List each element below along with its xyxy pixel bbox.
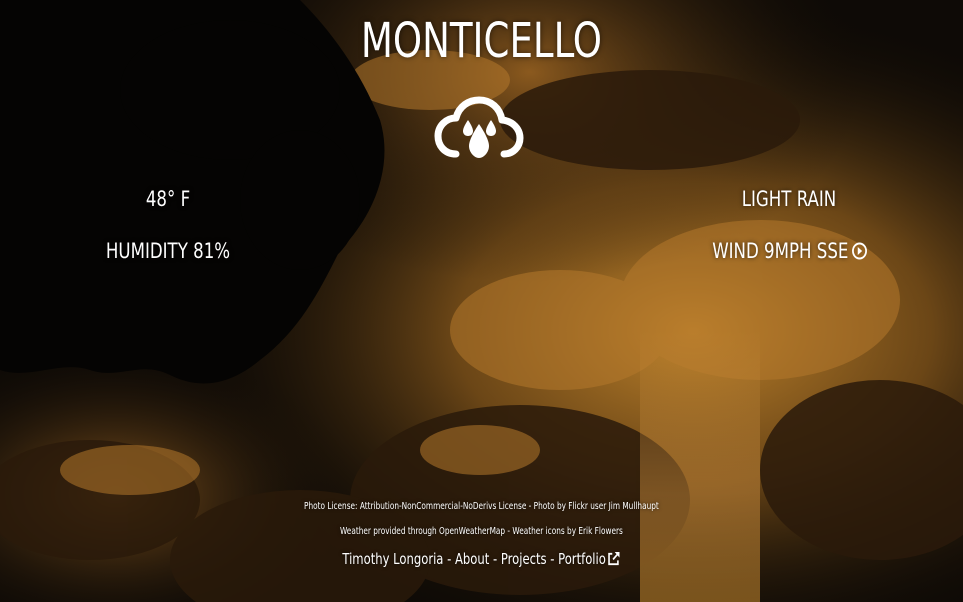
wind-direction-arrow-icon	[852, 242, 868, 260]
portfolio-link[interactable]: Portfolio	[558, 550, 620, 568]
wind-text: WIND 9MPH SSE	[712, 239, 849, 263]
separator: -	[546, 550, 559, 568]
footer-links: Timothy Longoria - About - Projects - Po…	[67, 550, 895, 568]
weather-credit-text: Weather provided through OpenWeatherMap …	[340, 526, 623, 537]
external-link-icon	[608, 551, 620, 566]
portfolio-label: Portfolio	[558, 550, 606, 568]
separator: -	[489, 550, 501, 568]
temperature-readout: 48° F	[145, 187, 191, 211]
photo-license-text: Photo License: Attribution-NonCommercial…	[304, 501, 659, 512]
weather-page: MONTICELLO 48° F HUMIDITY 81% LIGHT RAIN…	[0, 0, 963, 602]
author-link[interactable]: Timothy Longoria	[342, 550, 443, 568]
rain-cloud-icon	[434, 96, 524, 158]
city-name: MONTICELLO	[360, 13, 603, 69]
about-link[interactable]: About	[455, 550, 489, 568]
separator: -	[443, 550, 455, 568]
humidity-readout: HUMIDITY 81%	[105, 239, 231, 263]
weather-description: LIGHT RAIN	[741, 187, 837, 211]
projects-link[interactable]: Projects	[501, 550, 547, 568]
wind-readout: WIND 9MPH SSE	[711, 238, 869, 264]
